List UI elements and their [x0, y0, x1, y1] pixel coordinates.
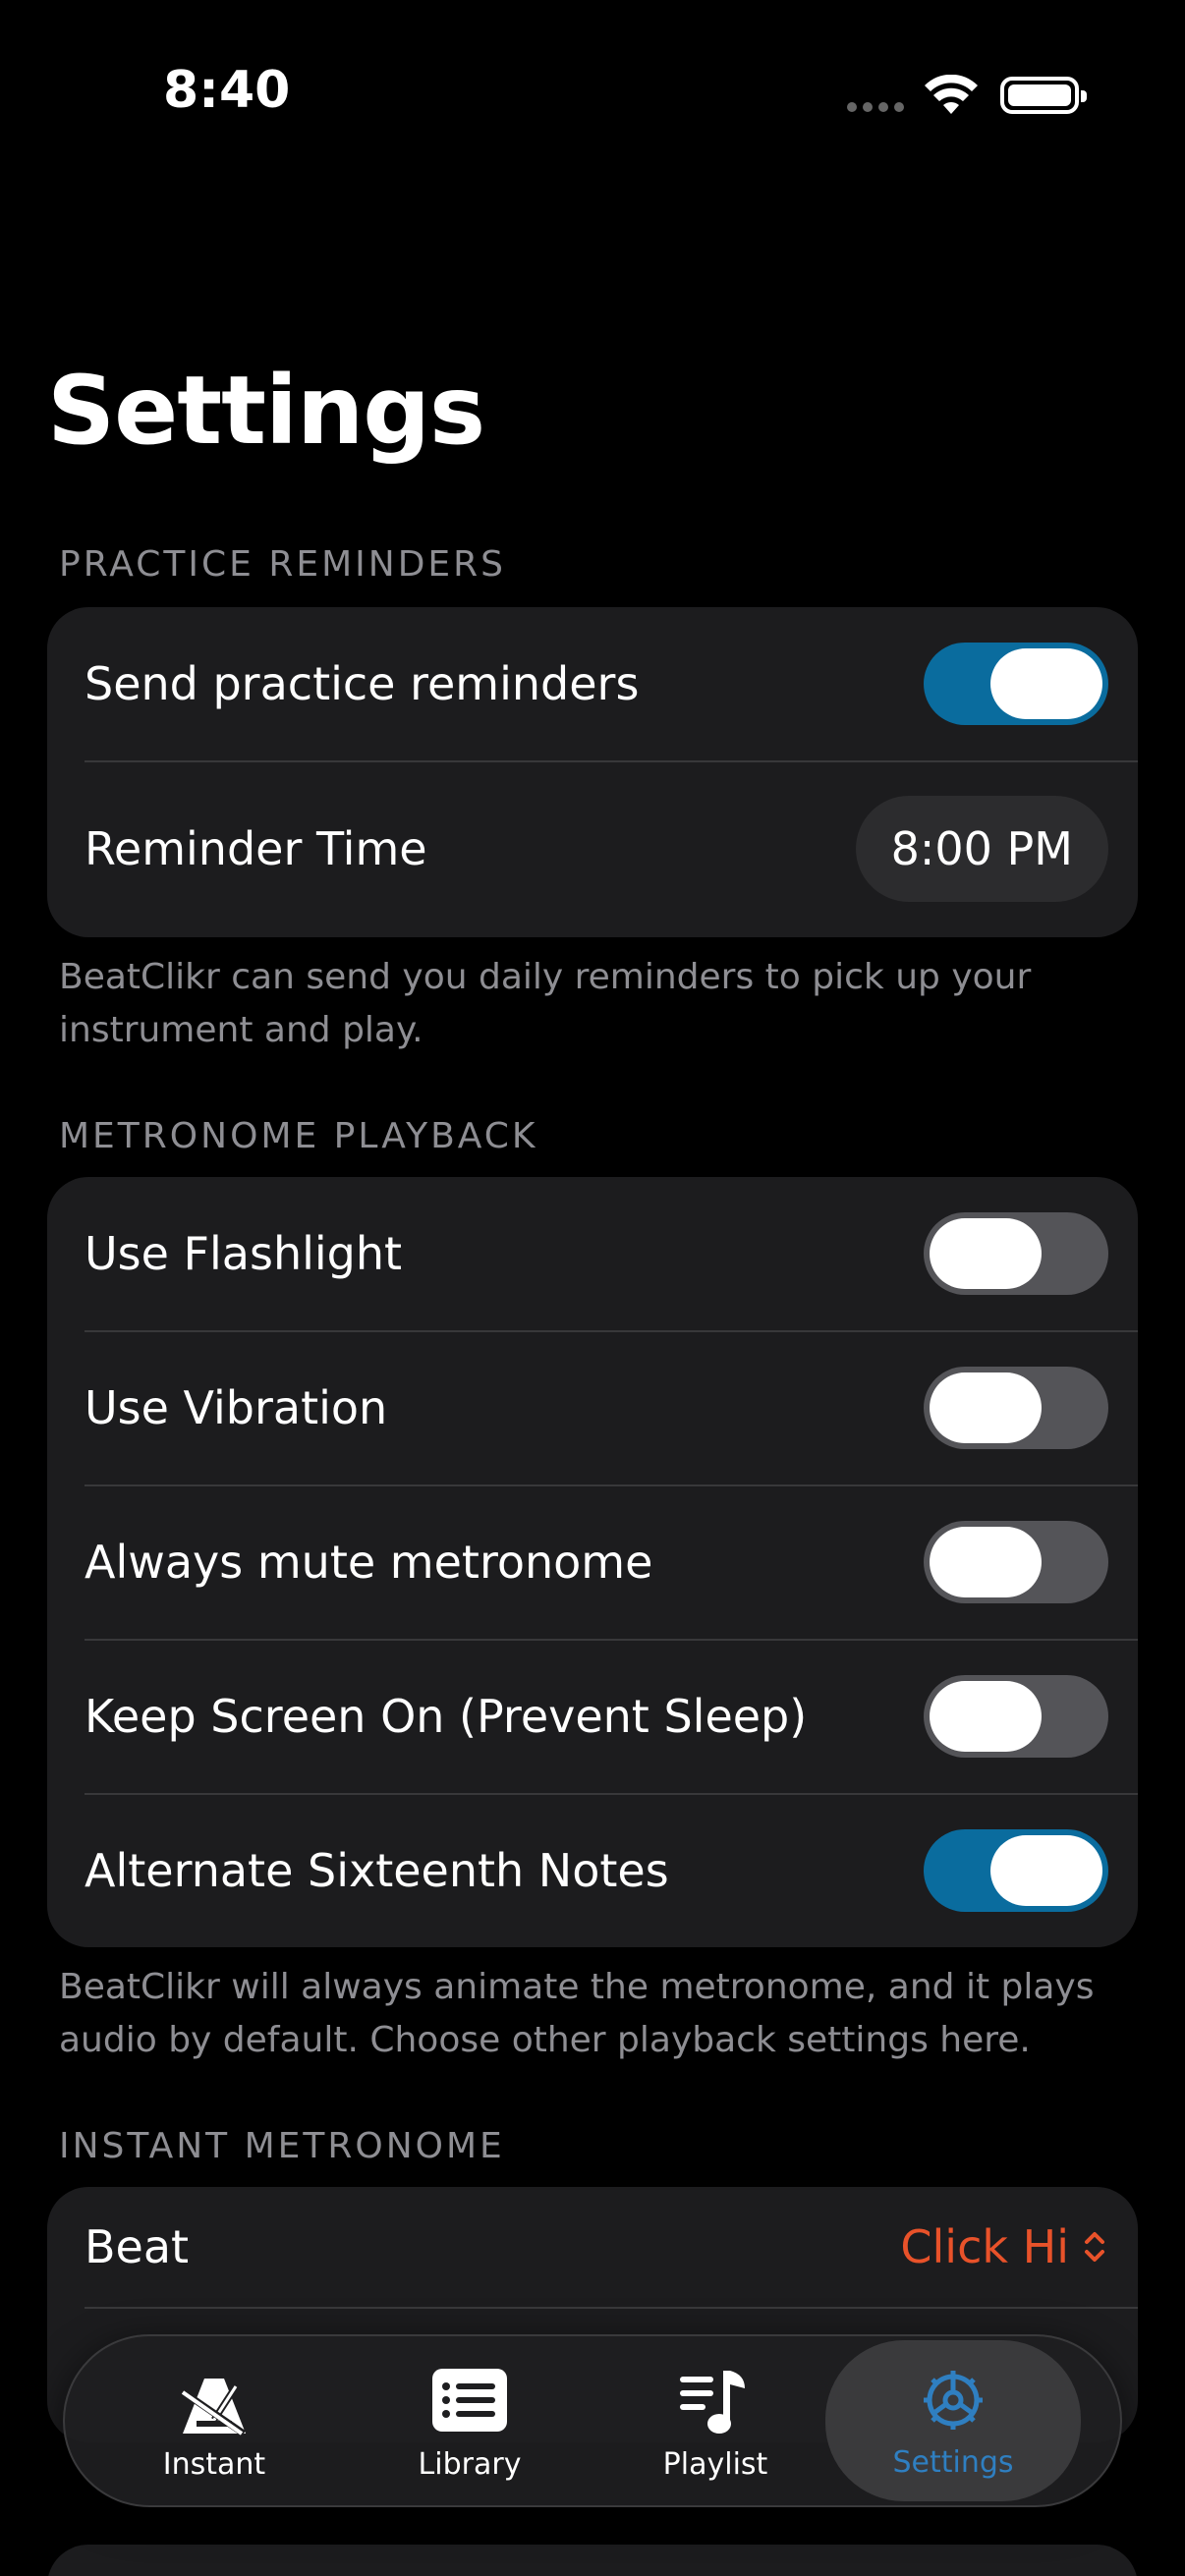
tab-settings[interactable]: Settings	[825, 2340, 1081, 2501]
use-vibration-row: Use Vibration	[47, 1330, 1138, 1484]
use-flashlight-label: Use Flashlight	[85, 1227, 403, 1280]
practice-reminders-card: Send practice reminders Reminder Time 8:…	[47, 607, 1138, 937]
next-section-card	[47, 2545, 1138, 2576]
battery-icon	[1000, 77, 1087, 114]
gear-icon	[924, 2370, 983, 2430]
tab-settings-label: Settings	[892, 2444, 1014, 2480]
keep-screen-on-row: Keep Screen On (Prevent Sleep)	[47, 1639, 1138, 1793]
practice-reminders-footer: BeatClikr can send you daily reminders t…	[59, 957, 1032, 1050]
tab-playlist-label: Playlist	[662, 2446, 768, 2482]
send-reminders-row: Send practice reminders	[47, 607, 1138, 760]
page-title: Settings	[47, 356, 485, 466]
use-flashlight-toggle[interactable]	[924, 1212, 1108, 1295]
section-header-metronome-playback: METRONOME PLAYBACK	[59, 1116, 538, 1156]
cellular-signal-icon	[847, 102, 908, 116]
use-vibration-label: Use Vibration	[85, 1380, 388, 1434]
beat-label: Beat	[85, 2220, 190, 2273]
tab-playlist[interactable]: Playlist	[588, 2336, 843, 2509]
beat-value: Click Hi	[900, 2220, 1069, 2273]
beat-row: Beat Click Hi	[47, 2187, 1138, 2307]
beat-picker[interactable]: Click Hi	[900, 2220, 1108, 2273]
status-time: 8:40	[163, 61, 291, 120]
metronome-playback-footer: BeatClikr will always animate the metron…	[59, 1967, 1095, 2060]
tab-instant[interactable]: Instant	[86, 2336, 342, 2509]
reminder-time-row: Reminder Time 8:00 PM	[47, 760, 1138, 937]
reminder-time-label: Reminder Time	[85, 822, 427, 875]
alternate-sixteenth-row: Alternate Sixteenth Notes	[47, 1793, 1138, 1947]
tab-instant-label: Instant	[162, 2446, 266, 2482]
send-reminders-toggle[interactable]	[924, 643, 1108, 725]
section-header-practice-reminders: PRACTICE REMINDERS	[59, 544, 507, 585]
metronome-playback-card: Use Flashlight Use Vibration Always mute…	[47, 1177, 1138, 1947]
tab-library[interactable]: Library	[342, 2336, 597, 2509]
tab-bar: Instant Library Playlist Settings	[63, 2334, 1122, 2507]
chevron-up-down-icon	[1085, 2232, 1104, 2262]
always-mute-toggle[interactable]	[924, 1520, 1108, 1603]
use-vibration-toggle[interactable]	[924, 1366, 1108, 1449]
alternate-sixteenth-toggle[interactable]	[924, 1828, 1108, 1912]
tab-library-label: Library	[418, 2446, 522, 2482]
wifi-icon	[925, 75, 978, 114]
metronome-icon	[179, 2378, 246, 2436]
section-header-instant-metronome: INSTANT METRONOME	[59, 2126, 505, 2166]
reminder-time-picker[interactable]: 8:00 PM	[855, 796, 1108, 902]
always-mute-row: Always mute metronome	[47, 1484, 1138, 1639]
use-flashlight-row: Use Flashlight	[47, 1177, 1138, 1330]
send-reminders-label: Send practice reminders	[85, 657, 640, 710]
music-list-icon	[680, 2370, 745, 2434]
list-icon	[432, 2368, 507, 2432]
keep-screen-on-toggle[interactable]	[924, 1674, 1108, 1758]
alternate-sixteenth-label: Alternate Sixteenth Notes	[85, 1843, 669, 1897]
keep-screen-on-label: Keep Screen On (Prevent Sleep)	[85, 1689, 808, 1743]
always-mute-label: Always mute metronome	[85, 1535, 653, 1589]
